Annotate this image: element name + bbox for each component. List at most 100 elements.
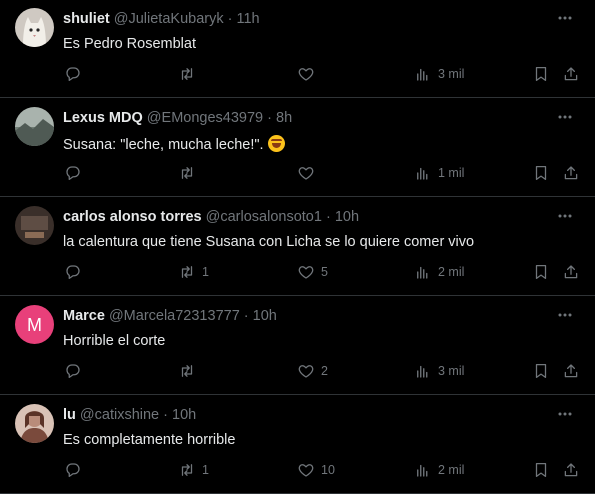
retweet-button[interactable] xyxy=(178,64,202,84)
reply-icon xyxy=(66,364,80,379)
views-count: 2 mil xyxy=(438,265,465,279)
share-icon xyxy=(564,166,578,180)
tweet-text: Horrible el corte xyxy=(63,333,165,349)
timestamp[interactable]: 10h xyxy=(335,209,359,225)
tweet-header: lu @catixshine · 10h xyxy=(63,407,535,423)
retweet-button[interactable] xyxy=(178,361,202,381)
display-name[interactable]: lu xyxy=(63,407,76,423)
tweet-header: carlos alonso torres @carlosalonsoto1 · … xyxy=(63,209,535,225)
display-name[interactable]: Lexus MDQ xyxy=(63,110,143,126)
more-options-icon[interactable] xyxy=(555,8,575,28)
timestamp[interactable]: 10h xyxy=(253,308,277,324)
tweet-header: Marce @Marcela72313777 · 10h xyxy=(63,308,535,324)
tweet-reply[interactable]: Lexus MDQ @EMonges43979 · 8h Susana: "le… xyxy=(0,99,595,197)
share-button[interactable] xyxy=(562,64,580,84)
tweet-reply[interactable]: lu @catixshine · 10h Es completamente ho… xyxy=(0,396,595,494)
timestamp[interactable]: 8h xyxy=(276,110,292,126)
tweet-text: Es completamente horrible xyxy=(63,432,235,448)
views-chart-icon xyxy=(417,365,428,378)
share-button[interactable] xyxy=(562,163,580,183)
views-count: 3 mil xyxy=(438,67,465,81)
heart-icon xyxy=(298,365,314,378)
like-count: 2 xyxy=(321,364,328,378)
more-options-icon[interactable] xyxy=(555,305,575,325)
views-button[interactable]: 1 mil xyxy=(414,163,464,183)
reply-icon xyxy=(66,463,80,478)
tweet-text: Susana: "leche, mucha leche!". xyxy=(63,135,285,153)
timestamp[interactable]: 10h xyxy=(172,407,196,423)
retweet-button[interactable]: 1 xyxy=(178,262,209,282)
bookmark-button[interactable] xyxy=(532,163,550,183)
views-button[interactable]: 2 mil xyxy=(414,262,464,282)
like-button[interactable]: 10 xyxy=(297,460,335,480)
retweet-icon xyxy=(181,266,193,278)
like-count: 5 xyxy=(321,265,328,279)
views-button[interactable]: 3 mil xyxy=(414,361,464,381)
tweet-text: la calentura que tiene Susana con Licha … xyxy=(63,234,474,250)
reply-button[interactable] xyxy=(64,64,88,84)
avatar[interactable] xyxy=(15,404,54,443)
like-button[interactable] xyxy=(297,64,321,84)
views-button[interactable]: 2 mil xyxy=(414,460,464,480)
timestamp[interactable]: 11h xyxy=(237,11,260,27)
share-icon xyxy=(564,265,578,279)
share-button[interactable] xyxy=(562,262,580,282)
like-button[interactable] xyxy=(297,163,321,183)
retweet-button[interactable] xyxy=(178,163,202,183)
heart-icon xyxy=(298,464,314,477)
tweet-text-content: la calentura que tiene Susana con Licha … xyxy=(63,234,475,250)
tweet-actions: 2 3 mil xyxy=(0,361,595,381)
like-button[interactable]: 5 xyxy=(297,262,328,282)
user-handle[interactable]: @JulietaKubaryk xyxy=(114,11,224,27)
avatar[interactable] xyxy=(15,8,54,47)
more-options-icon[interactable] xyxy=(555,107,575,127)
bookmark-button[interactable] xyxy=(532,361,550,381)
tweet-text-content: Susana: "leche, mucha leche!". xyxy=(63,137,264,153)
views-count: 2 mil xyxy=(438,463,465,477)
bookmark-icon xyxy=(535,363,547,379)
tweet-reply[interactable]: M Marce @Marcela72313777 · 10h Horrible … xyxy=(0,297,595,395)
display-name[interactable]: Marce xyxy=(63,308,105,324)
user-handle[interactable]: @catixshine xyxy=(80,407,159,423)
tweet-actions: 3 mil xyxy=(0,64,595,84)
display-name[interactable]: carlos alonso torres xyxy=(63,209,202,225)
reply-button[interactable] xyxy=(64,460,88,480)
tweet-actions: 1 10 2 mil xyxy=(0,460,595,480)
tweet-actions: 1 5 2 mil xyxy=(0,262,595,282)
tweet-text-content: Es completamente horrible xyxy=(63,432,236,448)
separator-dot: · xyxy=(325,209,331,225)
reply-button[interactable] xyxy=(64,163,88,183)
bookmark-icon xyxy=(535,462,547,478)
reply-button[interactable] xyxy=(64,361,88,381)
heart-icon xyxy=(298,68,314,81)
retweet-button[interactable]: 1 xyxy=(178,460,209,480)
user-handle[interactable]: @Marcela72313777 xyxy=(109,308,240,324)
separator-dot: · xyxy=(267,110,272,126)
tweet-reply[interactable]: shuliet @JulietaKubaryk · 11h Es Pedro R… xyxy=(0,0,595,98)
views-chart-icon xyxy=(417,464,428,477)
share-icon xyxy=(564,463,578,477)
display-name[interactable]: shuliet xyxy=(63,11,110,27)
user-handle[interactable]: @carlosalonsoto1 xyxy=(206,209,322,225)
views-chart-icon xyxy=(417,167,428,180)
bookmark-button[interactable] xyxy=(532,64,550,84)
avatar[interactable] xyxy=(15,206,54,245)
retweet-icon xyxy=(181,365,193,377)
tweet-header: Lexus MDQ @EMonges43979 · 8h xyxy=(63,110,535,126)
bookmark-button[interactable] xyxy=(532,262,550,282)
share-button[interactable] xyxy=(562,460,580,480)
views-button[interactable]: 3 mil xyxy=(414,64,464,84)
bookmark-button[interactable] xyxy=(532,460,550,480)
like-button[interactable]: 2 xyxy=(297,361,328,381)
views-chart-icon xyxy=(417,68,428,81)
share-icon xyxy=(564,364,578,378)
more-options-icon[interactable] xyxy=(555,404,575,424)
share-button[interactable] xyxy=(562,361,580,381)
avatar[interactable] xyxy=(15,107,54,146)
reply-button[interactable] xyxy=(64,262,88,282)
user-handle[interactable]: @EMonges43979 xyxy=(147,110,263,126)
avatar[interactable]: M xyxy=(15,305,54,344)
separator-dot: · xyxy=(227,11,233,27)
tweet-reply[interactable]: carlos alonso torres @carlosalonsoto1 · … xyxy=(0,198,595,296)
more-options-icon[interactable] xyxy=(555,206,575,226)
